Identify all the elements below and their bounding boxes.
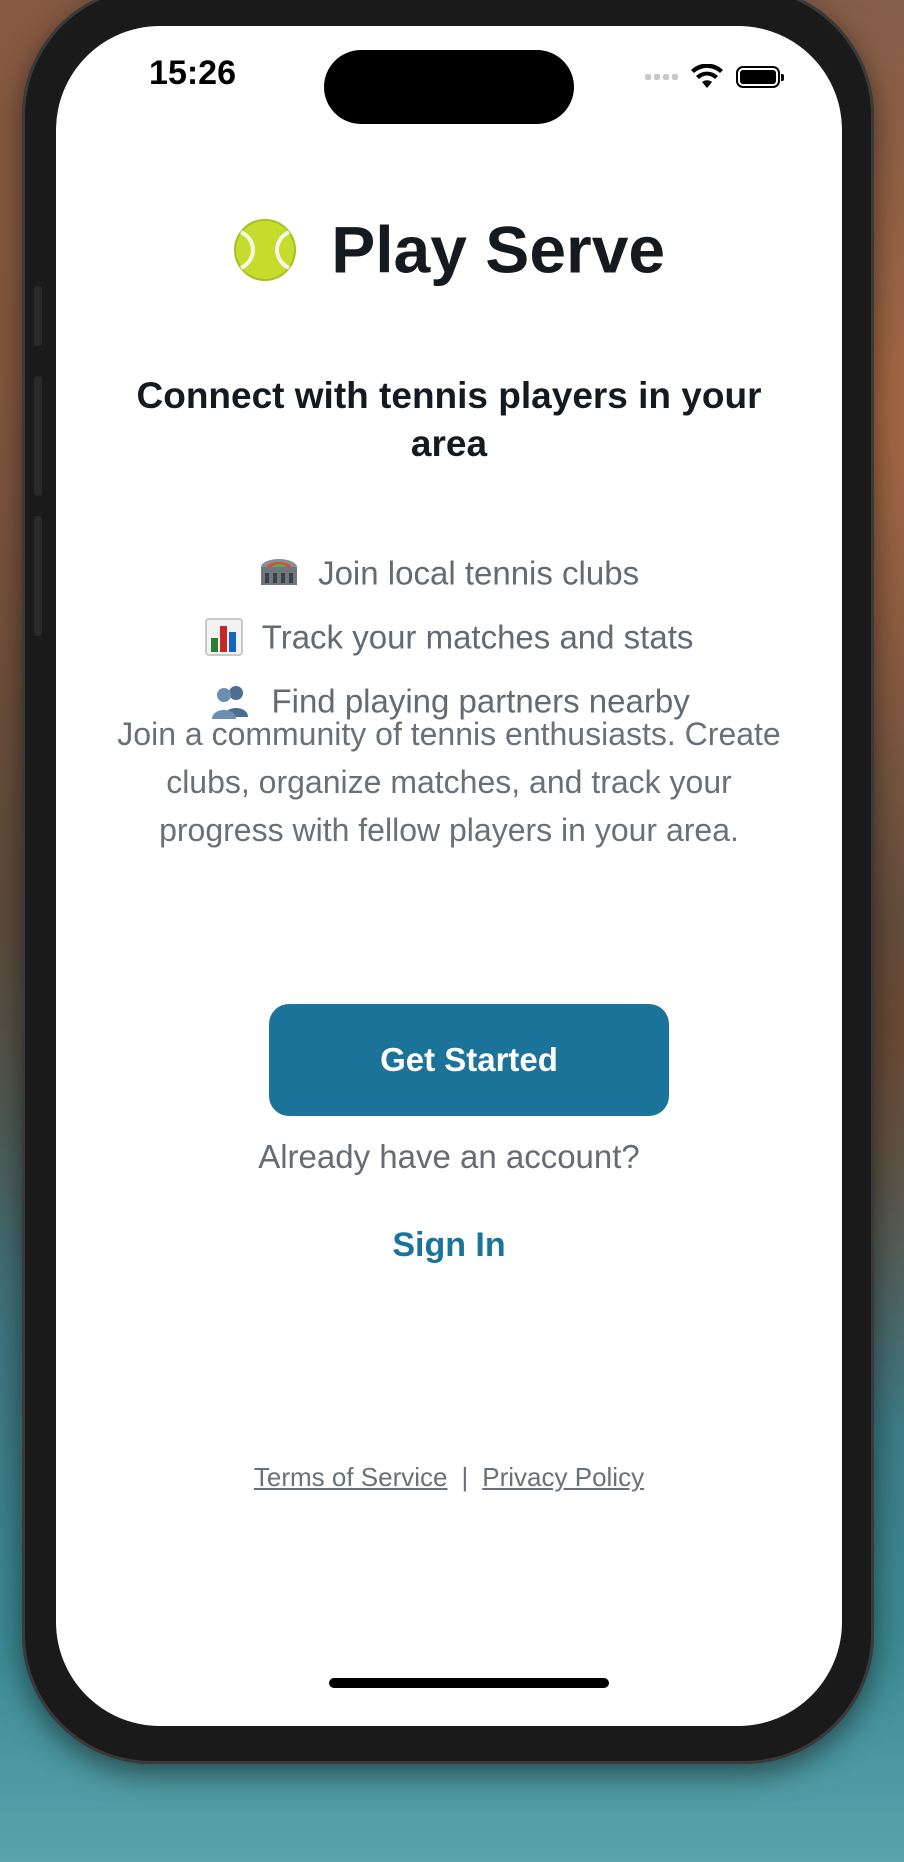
sign-in-link[interactable]: Sign In — [56, 1226, 842, 1265]
phone-frame: 15:26 Play Serve Connect with tennis pla… — [22, 0, 874, 1764]
tennis-ball-icon — [233, 218, 296, 281]
app-title: Play Serve — [331, 212, 666, 287]
status-time: 15:26 — [149, 54, 236, 92]
get-started-button[interactable]: Get Started — [269, 1004, 669, 1116]
wifi-icon — [691, 64, 723, 88]
terms-of-service-link[interactable]: Terms of Service — [254, 1462, 448, 1492]
home-indicator[interactable] — [329, 1678, 609, 1688]
cellular-signal-icon — [645, 74, 678, 80]
legal-links: Terms of Service | Privacy Policy — [56, 1462, 842, 1493]
feature-item: Join local tennis clubs — [56, 552, 842, 592]
bar-chart-icon — [204, 618, 243, 657]
feature-text: Track your matches and stats — [261, 618, 694, 656]
app-screen: 15:26 Play Serve Connect with tennis pla… — [56, 26, 842, 1726]
battery-icon — [736, 66, 784, 88]
legal-separator: | — [461, 1462, 469, 1492]
app-title-row: Play Serve — [56, 206, 842, 288]
status-icons — [645, 64, 784, 90]
privacy-policy-link[interactable]: Privacy Policy — [482, 1462, 644, 1492]
volume-up-button — [34, 376, 42, 496]
dynamic-island — [324, 50, 574, 124]
volume-down-button — [34, 516, 42, 636]
headline: Connect with tennis players in your area — [136, 375, 762, 464]
mute-switch — [34, 286, 42, 346]
already-have-account-text: Already have an account? — [258, 1138, 640, 1175]
description-text: Join a community of tennis enthusiasts. … — [117, 716, 781, 848]
stadium-icon — [260, 559, 297, 586]
feature-item: Track your matches and stats — [56, 616, 842, 657]
feature-text: Join local tennis clubs — [318, 554, 640, 592]
